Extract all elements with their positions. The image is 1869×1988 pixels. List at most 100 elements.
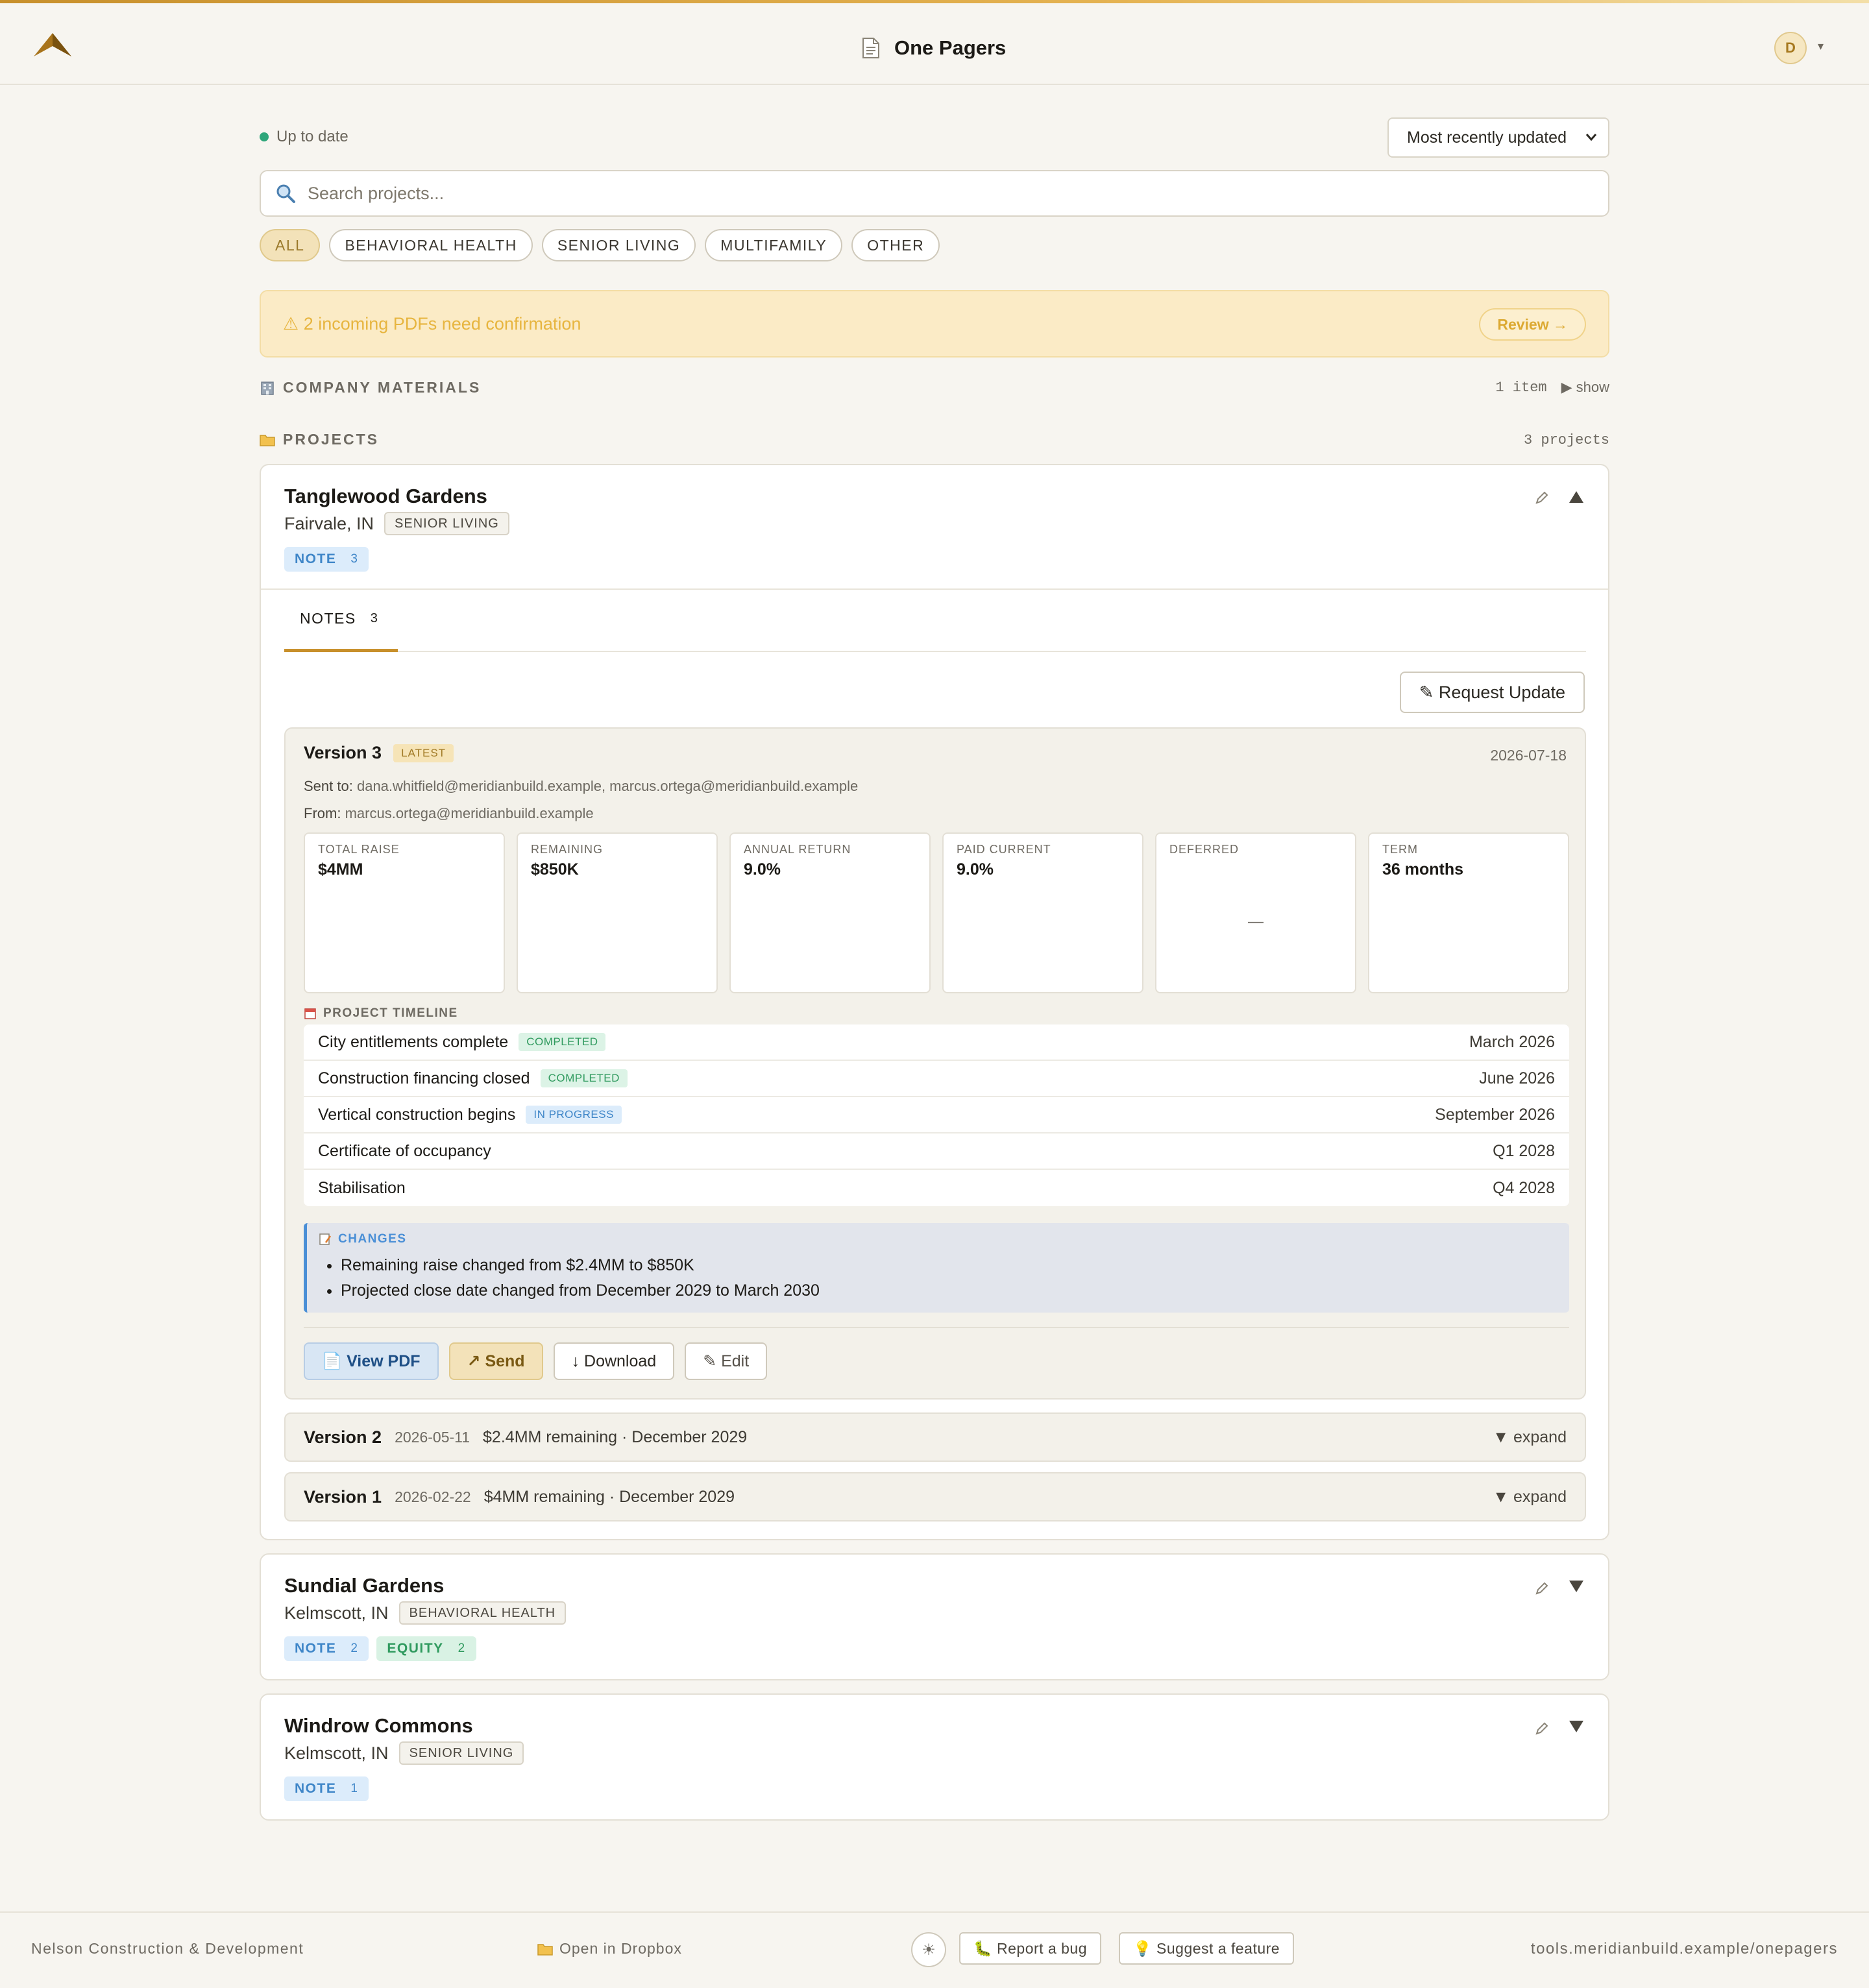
metric-label: PAID CURRENT	[957, 843, 1051, 856]
project-location: Kelmscott, IN BEHAVIORAL HEALTH	[284, 1601, 567, 1625]
metric-total-raise: TOTAL RAISE $4MM	[304, 832, 505, 993]
timeline-task: Stabilisation	[318, 1178, 406, 1197]
version-summary: $2.4MM remaining · December 2029	[483, 1427, 748, 1446]
project-name[interactable]: Tanglewood Gardens	[284, 485, 487, 508]
timeline-task: Certificate of occupancy	[318, 1141, 491, 1160]
metric-paid-current: PAID CURRENT 9.0%	[942, 832, 1143, 993]
from-line: From: marcus.ortega@meridianbuild.exampl…	[304, 805, 594, 822]
sent-to-label: Sent to:	[304, 778, 353, 794]
timeline-table: City entitlements complete COMPLETED Mar…	[304, 1024, 1569, 1206]
timeline-row: Construction financing closed COMPLETED …	[304, 1061, 1569, 1097]
send-button[interactable]: ↗ Send	[448, 1342, 543, 1380]
project-name[interactable]: Sundial Gardens	[284, 1574, 444, 1597]
chip-count: 2	[458, 1642, 466, 1655]
tab-count: 3	[370, 611, 379, 625]
note-chip[interactable]: NOTE 2	[284, 1636, 369, 1661]
version-actions: 📄 View PDF ↗ Send ↓ Download ✎ Edit	[304, 1342, 768, 1380]
status-badge: COMPLETED	[540, 1069, 628, 1087]
chip-count: 2	[350, 1642, 359, 1655]
open-in-dropbox-link[interactable]: Open in Dropbox	[537, 1940, 682, 1958]
metrics-row: TOTAL RAISE $4MM REMAINING $850K ANNUAL …	[304, 832, 1569, 993]
theme-toggle-sun-icon[interactable]: ☀	[911, 1932, 946, 1967]
location-text: Fairvale, IN	[284, 513, 374, 533]
note-chip[interactable]: NOTE 3	[284, 547, 369, 572]
memo-icon	[319, 1233, 332, 1245]
company-materials-toggle[interactable]: ▶ show	[1561, 379, 1609, 396]
metric-value: 9.0%	[744, 860, 781, 879]
avatar[interactable]: D	[1774, 32, 1807, 64]
filter-all[interactable]: ALL	[260, 229, 321, 261]
metric-deferred: DEFERRED —	[1155, 832, 1356, 993]
footer: Nelson Construction & Development Open i…	[0, 1911, 1869, 1988]
timeline-date: June 2026	[1479, 1069, 1555, 1087]
version-label: Version 2	[304, 1427, 382, 1447]
metric-value: $850K	[531, 860, 579, 879]
request-update-button[interactable]: ✎ Request Update	[1399, 672, 1585, 713]
from-label: From:	[304, 805, 341, 821]
account-menu-caret-icon[interactable]: ▾	[1818, 40, 1824, 53]
chip-label: NOTE	[295, 1641, 337, 1656]
project-card: Sundial Gardens Kelmscott, IN BEHAVIORAL…	[260, 1553, 1609, 1680]
timeline-heading-text: PROJECT TIMELINE	[323, 1006, 458, 1020]
pencil-icon[interactable]	[1534, 490, 1550, 505]
collapse-triangle-icon[interactable]	[1568, 490, 1585, 504]
review-button[interactable]: Review →	[1479, 308, 1586, 341]
filter-behavioral-health[interactable]: BEHAVIORAL HEALTH	[329, 229, 533, 261]
document-chips: NOTE 3	[284, 547, 369, 572]
filter-senior-living[interactable]: SENIOR LIVING	[541, 229, 696, 261]
timeline-task: Vertical construction begins	[318, 1105, 516, 1124]
suggest-feature-button[interactable]: 💡 Suggest a feature	[1119, 1932, 1295, 1965]
changes-panel: CHANGES Remaining raise changed from $2.…	[304, 1223, 1569, 1313]
chip-label: NOTE	[295, 1781, 337, 1796]
latest-badge: LATEST	[393, 744, 454, 762]
change-item: Projected close date changed from Decemb…	[341, 1278, 1558, 1303]
changes-heading: CHANGES	[319, 1232, 1558, 1246]
change-item: Remaining raise changed from $2.4MM to $…	[341, 1253, 1558, 1278]
timeline-task: City entitlements complete	[318, 1032, 509, 1051]
document-icon	[862, 38, 879, 58]
filter-multifamily[interactable]: MULTIFAMILY	[705, 229, 843, 261]
company-name: Nelson Construction & Development	[31, 1940, 304, 1957]
equity-chip[interactable]: EQUITY 2	[376, 1636, 476, 1661]
calendar-icon	[304, 1008, 316, 1019]
timeline-heading: PROJECT TIMELINE	[304, 1006, 458, 1021]
chip-count: 3	[350, 552, 359, 566]
document-chips: NOTE 2 EQUITY 2	[284, 1636, 476, 1661]
category-tag: SENIOR LIVING	[398, 1741, 524, 1765]
pencil-icon[interactable]	[1534, 1581, 1550, 1596]
version-label: Version 1	[304, 1486, 382, 1507]
download-button[interactable]: ↓ Download	[553, 1342, 675, 1380]
expand-toggle[interactable]: ▼ expand	[1493, 1488, 1567, 1507]
app-title-text: One Pagers	[894, 36, 1007, 59]
location-text: Kelmscott, IN	[284, 1603, 389, 1623]
pencil-icon[interactable]	[1534, 1721, 1550, 1736]
status-dot-icon	[260, 132, 269, 141]
search-input[interactable]	[308, 183, 1541, 204]
version-label: Version 3	[304, 743, 382, 762]
category-filters: ALL BEHAVIORAL HEALTH SENIOR LIVING MULT…	[260, 229, 940, 261]
search-bar[interactable]	[260, 170, 1609, 217]
project-name[interactable]: Windrow Commons	[284, 1714, 473, 1738]
version-date: 2026-05-11	[395, 1428, 470, 1446]
mountain-logo-icon[interactable]	[32, 30, 73, 59]
metric-value: 9.0%	[957, 860, 994, 879]
project-location: Kelmscott, IN SENIOR LIVING	[284, 1741, 524, 1765]
latest-version-panel: Version 3 LATEST 2026-07-18 Sent to: dan…	[284, 727, 1586, 1400]
edit-button[interactable]: ✎ Edit	[685, 1342, 768, 1380]
report-bug-button[interactable]: 🐛 Report a bug	[959, 1932, 1102, 1965]
expand-triangle-icon[interactable]	[1568, 1579, 1585, 1594]
expand-triangle-icon[interactable]	[1568, 1719, 1585, 1734]
version-row[interactable]: Version 1 2026-02-22 $4MM remaining · De…	[284, 1472, 1586, 1521]
timeline-date: Q1 2028	[1493, 1141, 1555, 1160]
note-chip[interactable]: NOTE 1	[284, 1776, 369, 1801]
building-icon	[261, 381, 274, 395]
company-materials-heading: COMPANY MATERIALS	[260, 379, 481, 396]
chip-label: EQUITY	[387, 1641, 444, 1656]
sort-select[interactable]: Most recently updated	[1387, 117, 1609, 158]
tab-notes[interactable]: NOTES 3	[284, 588, 398, 652]
version-row[interactable]: Version 2 2026-05-11 $2.4MM remaining · …	[284, 1412, 1586, 1462]
search-icon	[276, 184, 295, 203]
filter-other[interactable]: OTHER	[851, 229, 940, 261]
view-pdf-button[interactable]: 📄 View PDF	[304, 1342, 439, 1380]
expand-toggle[interactable]: ▼ expand	[1493, 1428, 1567, 1447]
